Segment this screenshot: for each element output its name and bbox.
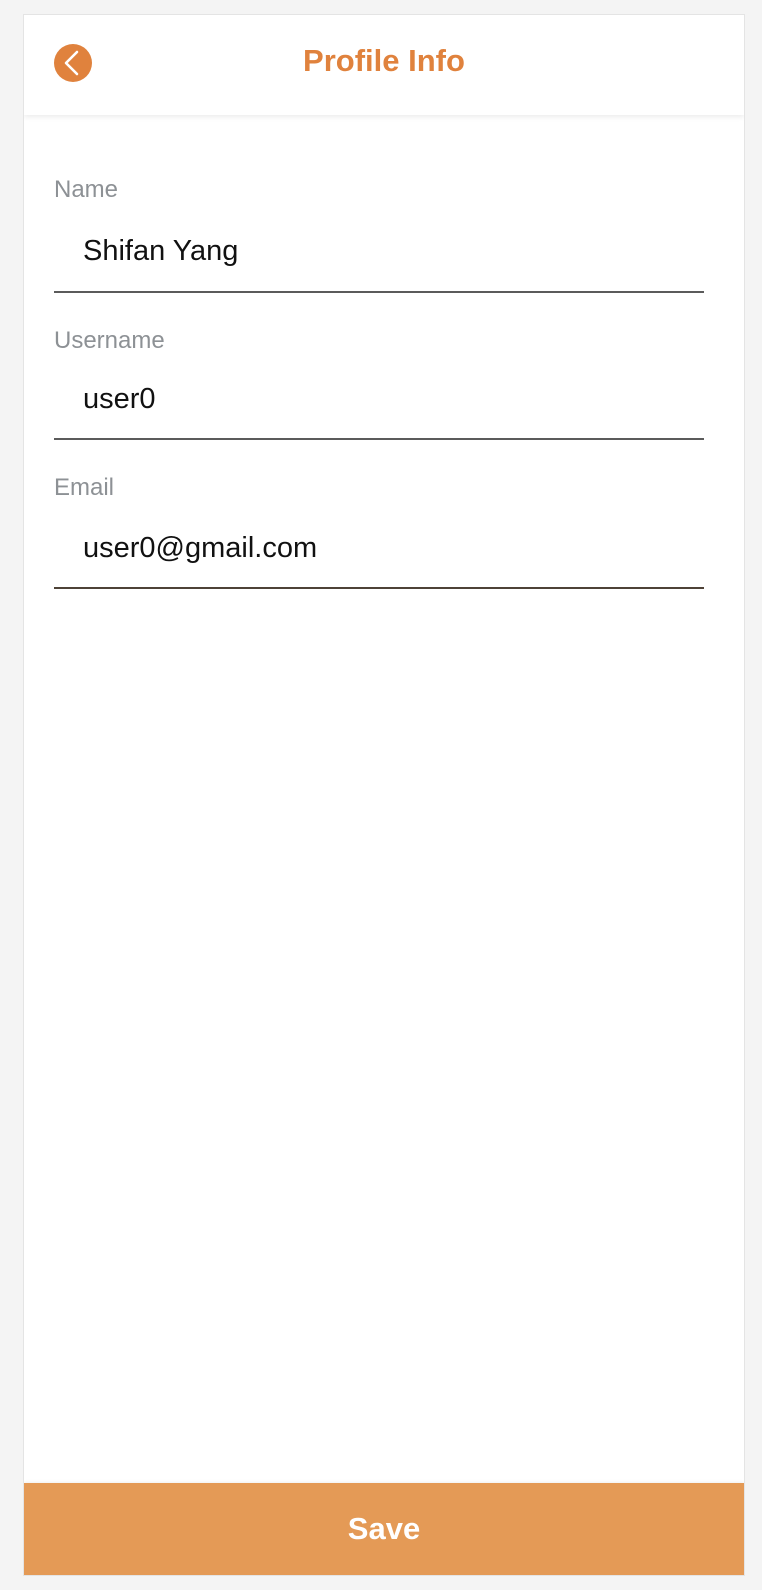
- save-button[interactable]: Save: [24, 1483, 744, 1575]
- profile-form: Name Username Email: [54, 175, 704, 589]
- header-bar: Profile Info: [24, 15, 744, 115]
- page-title: Profile Info: [303, 43, 465, 78]
- username-input[interactable]: [54, 356, 704, 440]
- email-input[interactable]: [54, 503, 704, 589]
- name-input[interactable]: [54, 205, 704, 293]
- email-field-group: Email: [54, 473, 704, 589]
- name-field-group: Name: [54, 175, 704, 293]
- name-label: Name: [54, 176, 119, 203]
- email-label: Email: [54, 474, 115, 501]
- username-label: Username: [54, 327, 165, 354]
- username-field-group: Username: [54, 326, 704, 440]
- app-screen: Profile Info Name Username Email Save: [23, 14, 745, 1576]
